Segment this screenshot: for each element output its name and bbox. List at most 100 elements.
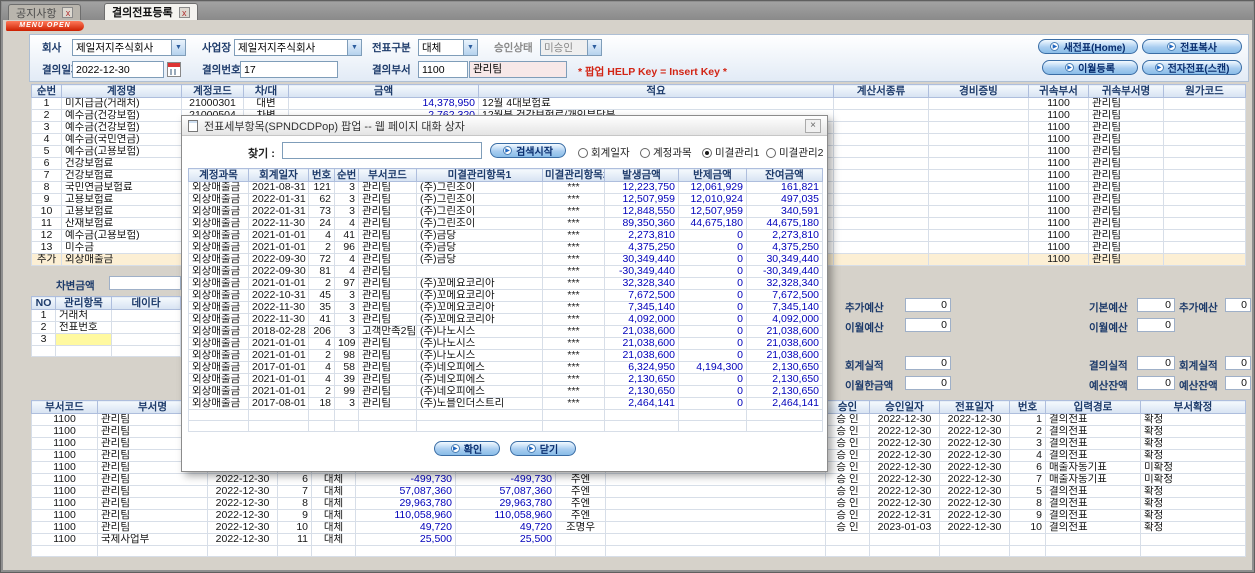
table-row[interactable]: 외상매출금 2021-01-01 2 96 관리팀 (주)금당 *** 4,375,250 0 4… bbox=[188, 241, 823, 254]
table-row[interactable] bbox=[188, 420, 823, 432]
column-header[interactable]: 번호 bbox=[1009, 400, 1046, 414]
table-row[interactable]: 외상매출금 2022-01-31 62 3 관리팀 (주)그린조이 *** 12,507,95… bbox=[188, 193, 823, 206]
column-header[interactable]: 입력경로 bbox=[1045, 400, 1141, 414]
tab-voucher-entry[interactable]: 결의전표등록 x bbox=[104, 3, 198, 20]
table-row[interactable]: 1 미지급금(거래처) 21000301 대변 14,378,950 12월 4대보험료 1… bbox=[31, 97, 1246, 110]
column-header[interactable]: 미결관리항목1 bbox=[416, 168, 543, 182]
new-voucher-button[interactable]: ▶ 새전표(Home) bbox=[1038, 39, 1138, 54]
close-icon[interactable]: × bbox=[805, 118, 821, 133]
table-row[interactable]: 1 거래처 bbox=[31, 309, 181, 322]
approve-state-select[interactable]: 미승인 ▼ bbox=[540, 39, 602, 56]
column-header[interactable]: 회계일자 bbox=[248, 168, 309, 182]
column-header[interactable]: 반제금액 bbox=[678, 168, 747, 182]
table-row[interactable]: 외상매출금 2021-01-01 4 109 관리팀 (주)나노시스 *** 21,038,6… bbox=[188, 337, 823, 350]
column-header[interactable]: 계정명 bbox=[61, 84, 182, 98]
resolve-date-input[interactable] bbox=[72, 61, 164, 78]
table-row[interactable]: 외상매출금 2021-01-01 4 41 관리팀 (주)금당 *** 2,273,810 0 2… bbox=[188, 229, 823, 242]
table-row[interactable]: 외상매출금 2022-11-30 41 3 관리팀 (주)꼬메요코리아 *** 4,092,0… bbox=[188, 313, 823, 326]
column-header[interactable]: 계정코드 bbox=[181, 84, 244, 98]
chevron-down-icon[interactable]: ▼ bbox=[171, 40, 185, 55]
column-header[interactable]: 승인 bbox=[825, 400, 870, 414]
column-header[interactable]: 적요 bbox=[478, 84, 834, 98]
column-header[interactable]: 경비증빙 bbox=[928, 84, 1029, 98]
popup-title-bar[interactable]: 전표세부항목(SPNDCDPop) 팝업 -- 웹 페이지 대화 상자 × bbox=[182, 116, 827, 136]
column-header[interactable]: 발생금액 bbox=[604, 168, 679, 182]
search-start-button[interactable]: ▶ 검색시작 bbox=[490, 143, 566, 158]
table-row[interactable]: 2 전표번호 bbox=[31, 321, 181, 334]
table-row[interactable]: 외상매출금 2022-10-31 45 3 관리팀 (주)꼬메요코리아 *** 7,672,5… bbox=[188, 289, 823, 302]
column-header[interactable]: 승인일자 bbox=[869, 400, 940, 414]
table-row[interactable]: 외상매출금 2022-09-30 81 4 관리팀 *** -30,349,440 0 -30,… bbox=[188, 265, 823, 278]
tab-notice[interactable]: 공지사항 x bbox=[8, 4, 82, 20]
table-row[interactable]: 1100 국제사업부 2022-12-30 11 대체 25,500 25,500 bbox=[31, 533, 1246, 546]
table-row[interactable] bbox=[31, 345, 181, 357]
bizplace-select[interactable]: 제일저지주식회사 ▼ bbox=[234, 39, 362, 56]
cell: (주)그린조이 bbox=[416, 193, 543, 206]
close-button[interactable]: ▶ 닫기 bbox=[509, 441, 576, 456]
table-row[interactable]: 1100 관리팀 2022-12-30 7 대체 57,087,360 57,087,360… bbox=[31, 485, 1246, 498]
table-row[interactable]: 3 bbox=[31, 333, 181, 346]
table-row[interactable]: 외상매출금 2021-01-01 2 99 관리팀 (주)네오피에스 *** 2,130,65… bbox=[188, 385, 823, 398]
company-select[interactable]: 제일저지주식회사 ▼ bbox=[72, 39, 186, 56]
radio-open-mgmt2[interactable]: 미결관리2 bbox=[766, 145, 823, 160]
table-row[interactable]: 외상매출금2018-02-282063고객만족2팀(JJ(주)나노시스***21… bbox=[188, 325, 823, 338]
table-row[interactable] bbox=[31, 545, 1246, 557]
table-row[interactable]: 외상매출금 2022-01-31 73 3 관리팀 (주)그린조이 *** 12,848,55… bbox=[188, 205, 823, 218]
table-row[interactable]: 외상매출금 2021-01-01 2 98 관리팀 (주)나노시스 *** 21,038,60… bbox=[188, 349, 823, 362]
management-item-table[interactable]: NO 관리항목 데이타 1 거래처 2 전표번호 3 bbox=[31, 296, 181, 357]
table-row[interactable]: 외상매출금 2022-09-30 72 4 관리팀 (주)금당 *** 30,349,440 0… bbox=[188, 253, 823, 266]
table-row[interactable]: 1100 관리팀 2022-12-30 6 대체 -499,730 -499,730 주엔 승 … bbox=[31, 473, 1246, 486]
resolve-dept-code-input[interactable] bbox=[418, 61, 468, 78]
column-header[interactable]: 부서확정 bbox=[1140, 400, 1246, 414]
scan-voucher-button[interactable]: ▶ 전자전표(스캔) bbox=[1142, 60, 1242, 75]
close-icon[interactable]: x bbox=[62, 7, 74, 18]
table-row[interactable]: 외상매출금 2017-08-01 18 3 관리팀 (주)노블인더스트리 *** 2,464,… bbox=[188, 397, 823, 410]
slip-type-select[interactable]: 대체 ▼ bbox=[418, 39, 478, 56]
table-row[interactable]: 1100 관리팀 2022-12-30 8 대체 29,963,780 29,963,780… bbox=[31, 497, 1246, 510]
column-header[interactable]: 차/대 bbox=[243, 84, 289, 98]
column-header[interactable]: 귀속부서명 bbox=[1088, 84, 1164, 98]
chevron-down-icon[interactable]: ▼ bbox=[347, 40, 361, 55]
calendar-icon[interactable] bbox=[167, 62, 181, 77]
table-row[interactable]: 외상매출금 2022-11-30 35 3 관리팀 (주)꼬메요코리아 *** 7,345,1… bbox=[188, 301, 823, 314]
radio-account-subject[interactable]: 계정과목 bbox=[640, 145, 692, 160]
resolve-no-input[interactable] bbox=[240, 61, 338, 78]
column-header[interactable]: 순번 bbox=[334, 168, 359, 182]
popup-table[interactable]: 계정과목 회계일자 번호 순번 부서코드 미결관리항목1 미결관리항목2 발생금액 반제금액 잔여… bbox=[188, 168, 823, 432]
table-row[interactable]: 외상매출금 2017-01-01 4 58 관리팀 (주)네오피에스 *** 6,324,95… bbox=[188, 361, 823, 374]
radio-account-date[interactable]: 회계일자 bbox=[578, 145, 630, 160]
chevron-down-icon[interactable]: ▼ bbox=[587, 40, 601, 55]
table-row[interactable]: 외상매출금 2022-11-30 24 4 관리팀 (주)그린조이 *** 89,350,36… bbox=[188, 217, 823, 230]
column-header[interactable]: 계정과목 bbox=[188, 168, 249, 182]
carryover-register-button[interactable]: ▶ 이월등록 bbox=[1042, 60, 1138, 75]
cell: 12,223,750 bbox=[604, 181, 679, 194]
table-row[interactable]: 외상매출금 2021-01-01 2 97 관리팀 (주)꼬메요코리아 *** 32,328,… bbox=[188, 277, 823, 290]
column-header[interactable]: 계산서종류 bbox=[833, 84, 929, 98]
column-header[interactable]: 원가코드 bbox=[1163, 84, 1246, 98]
column-header[interactable]: 관리항목 bbox=[55, 296, 112, 310]
column-header[interactable]: 전표일자 bbox=[939, 400, 1010, 414]
column-header[interactable]: 미결관리항목2 bbox=[542, 168, 605, 182]
table-row[interactable]: 1100 관리팀 2022-12-30 9 대체 110,058,960 110,058,9… bbox=[31, 509, 1246, 522]
column-header[interactable]: 잔여금액 bbox=[746, 168, 823, 182]
radio-open-mgmt1[interactable]: 미결관리1 bbox=[702, 145, 759, 160]
column-header[interactable]: 귀속부서 bbox=[1028, 84, 1089, 98]
table-row[interactable]: 외상매출금 2021-01-01 4 39 관리팀 (주)네오피에스 *** 2,130,65… bbox=[188, 373, 823, 386]
column-header[interactable]: 순번 bbox=[31, 84, 62, 98]
cell: 결의전표 bbox=[1045, 509, 1141, 522]
column-header[interactable]: 번호 bbox=[308, 168, 335, 182]
ok-button[interactable]: ▶ 확인 bbox=[433, 441, 500, 456]
search-input[interactable] bbox=[282, 142, 482, 159]
menu-open-button[interactable]: MENU OPEN bbox=[6, 21, 84, 31]
close-icon[interactable]: x bbox=[178, 6, 190, 18]
column-header[interactable]: 부서코드 bbox=[358, 168, 417, 182]
column-header[interactable]: NO bbox=[31, 296, 56, 310]
column-header[interactable]: 부서코드 bbox=[31, 400, 98, 414]
column-header[interactable]: 데이타 bbox=[111, 296, 181, 310]
chevron-down-icon[interactable]: ▼ bbox=[463, 40, 477, 55]
table-row[interactable]: 외상매출금 2021-08-31 121 3 관리팀 (주)그린조이 *** 12,223,7… bbox=[188, 181, 823, 194]
table-row[interactable] bbox=[188, 409, 823, 421]
copy-voucher-button[interactable]: ▶ 전표복사 bbox=[1142, 39, 1242, 54]
column-header[interactable]: 금액 bbox=[288, 84, 479, 98]
table-row[interactable]: 1100 관리팀 2022-12-30 10 대체 49,720 49,720 조명우 승 인2… bbox=[31, 521, 1246, 534]
